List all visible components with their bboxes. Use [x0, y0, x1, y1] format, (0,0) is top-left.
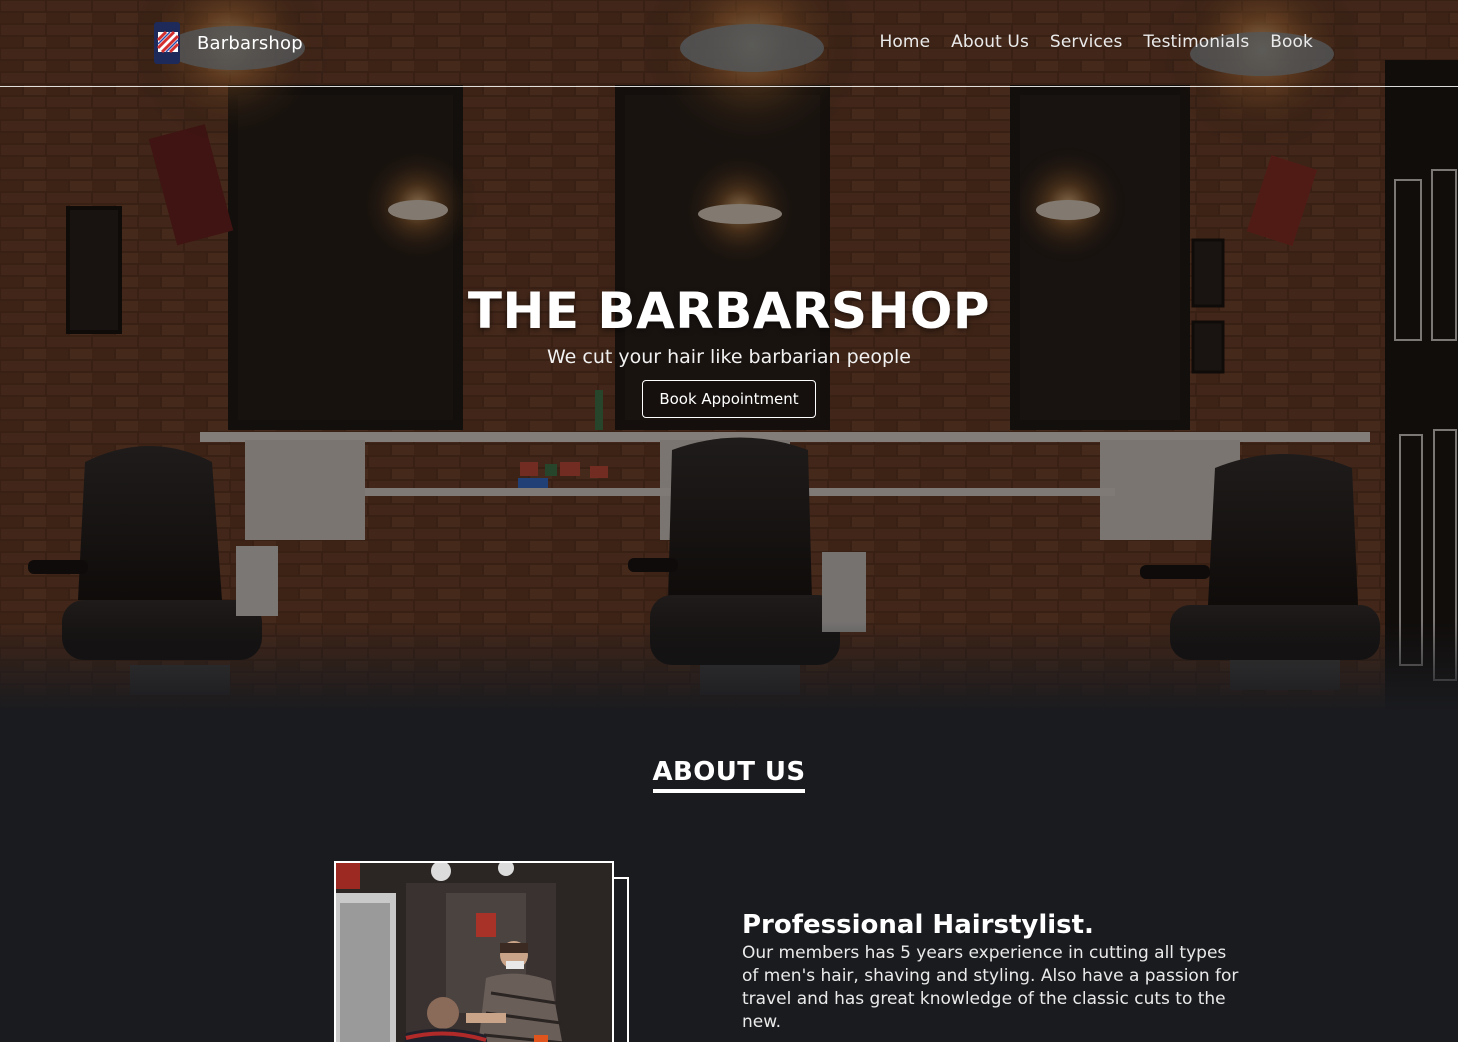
hero-bottom-fade — [0, 622, 1458, 712]
hero-content: THE BARBARSHOP We cut your hair like bar… — [0, 280, 1458, 418]
hero-subtitle: We cut your hair like barbarian people — [546, 346, 911, 368]
about-photo — [334, 861, 614, 1042]
nav-item-testimonials[interactable]: Testimonials — [1143, 32, 1249, 52]
nav-item-home[interactable]: Home — [880, 32, 931, 52]
about-text-block: Professional Hairstylist. Our members ha… — [742, 908, 1242, 1034]
nav-item-services[interactable]: Services — [1050, 32, 1123, 52]
barber-pole-icon — [154, 22, 180, 64]
hero-title: THE BARBARSHOP — [467, 282, 991, 340]
nav-item-book[interactable]: Book — [1270, 32, 1313, 52]
barber-at-work-image — [336, 863, 612, 1042]
navbar: Barbarshop Home About Us Services Testim… — [0, 0, 1458, 87]
brand-logo[interactable]: Barbarshop — [152, 22, 303, 64]
about-heading: ABOUT US — [0, 757, 1458, 793]
nav-links: Home About Us Services Testimonials Book — [880, 32, 1313, 52]
about-title: Professional Hairstylist. — [742, 910, 1094, 940]
book-appointment-button[interactable]: Book Appointment — [642, 380, 816, 418]
hero-section: Barbarshop Home About Us Services Testim… — [0, 0, 1458, 712]
about-description: Our members has 5 years experience in cu… — [742, 943, 1239, 1032]
nav-item-about-us[interactable]: About Us — [951, 32, 1029, 52]
about-heading-text: ABOUT US — [652, 757, 806, 793]
brand-name: Barbarshop — [197, 32, 303, 54]
